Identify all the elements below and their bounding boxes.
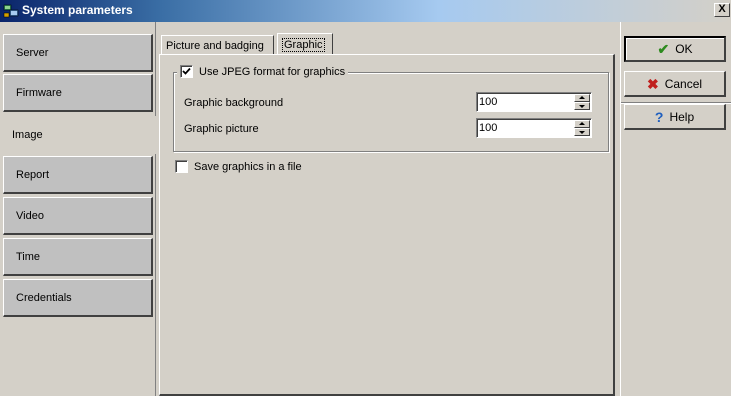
sidebar-item-firmware[interactable]: Firmware bbox=[3, 74, 153, 112]
graphic-background-spinner[interactable] bbox=[476, 92, 592, 112]
tab-label: Picture and badging bbox=[166, 39, 264, 52]
app-icon bbox=[3, 3, 19, 19]
save-graphics-checkbox[interactable] bbox=[175, 160, 188, 173]
sidebar-item-label: Server bbox=[16, 46, 49, 59]
sidebar-item-image[interactable]: Image bbox=[0, 116, 156, 154]
spin-down-button[interactable] bbox=[574, 128, 590, 136]
sidebar-item-label: Report bbox=[16, 168, 50, 181]
cancel-label: Cancel bbox=[664, 76, 703, 91]
spin-up-button[interactable] bbox=[574, 94, 590, 102]
sidebar-item-label: Time bbox=[16, 250, 41, 263]
title-bar[interactable]: System parameters X bbox=[0, 0, 731, 22]
content-area: Picture and badging Graphic Use JPEG for… bbox=[157, 22, 617, 396]
graphic-picture-label: Graphic picture bbox=[184, 123, 259, 135]
sidebar-item-report[interactable]: Report bbox=[3, 156, 153, 194]
sidebar-item-server[interactable]: Server bbox=[3, 34, 153, 72]
sidebar-item-label: Credentials bbox=[16, 291, 72, 304]
tab-picture-and-badging[interactable]: Picture and badging bbox=[161, 35, 274, 55]
sidebar-item-label: Video bbox=[16, 209, 44, 222]
save-graphics-row[interactable]: Save graphics in a file bbox=[175, 160, 302, 173]
sidebar-item-label: Firmware bbox=[16, 86, 62, 99]
sidebar-item-label: Image bbox=[12, 129, 43, 141]
spin-up-button[interactable] bbox=[574, 120, 590, 128]
help-button[interactable]: ? Help bbox=[624, 104, 726, 130]
help-question-icon: ? bbox=[654, 108, 664, 125]
graphic-picture-input[interactable] bbox=[479, 121, 569, 135]
spin-down-button[interactable] bbox=[574, 102, 590, 110]
graphic-background-label: Graphic background bbox=[184, 97, 284, 109]
cancel-button[interactable]: ✖ Cancel bbox=[624, 71, 726, 97]
tab-graphic[interactable]: Graphic bbox=[277, 33, 333, 55]
ok-label: OK bbox=[675, 42, 693, 56]
sidebar: Server Firmware Image Report Video Time … bbox=[0, 22, 156, 396]
sidebar-item-time[interactable]: Time bbox=[3, 238, 153, 276]
help-label: Help bbox=[669, 109, 695, 124]
ok-button[interactable]: ✔ OK bbox=[624, 36, 726, 62]
use-jpeg-checkbox[interactable] bbox=[180, 65, 193, 78]
action-panel: ✔ OK ✖ Cancel ? Help bbox=[620, 22, 731, 396]
tab-label: Graphic bbox=[282, 37, 325, 52]
window-title: System parameters bbox=[22, 3, 133, 17]
cancel-x-icon: ✖ bbox=[646, 75, 659, 92]
checkmark-icon: ✔ bbox=[657, 41, 670, 57]
use-jpeg-label: Use JPEG format for graphics bbox=[199, 65, 346, 78]
graphic-background-input[interactable] bbox=[479, 95, 569, 109]
jpeg-group-box bbox=[173, 72, 609, 152]
sidebar-item-video[interactable]: Video bbox=[3, 197, 153, 235]
sidebar-item-credentials[interactable]: Credentials bbox=[3, 279, 153, 317]
checkmark-icon bbox=[182, 67, 191, 75]
save-graphics-label: Save graphics in a file bbox=[194, 160, 302, 173]
use-jpeg-checkbox-row[interactable]: Use JPEG format for graphics bbox=[177, 65, 349, 78]
graphic-picture-spinner[interactable] bbox=[476, 118, 592, 138]
close-button[interactable]: X bbox=[714, 3, 730, 17]
